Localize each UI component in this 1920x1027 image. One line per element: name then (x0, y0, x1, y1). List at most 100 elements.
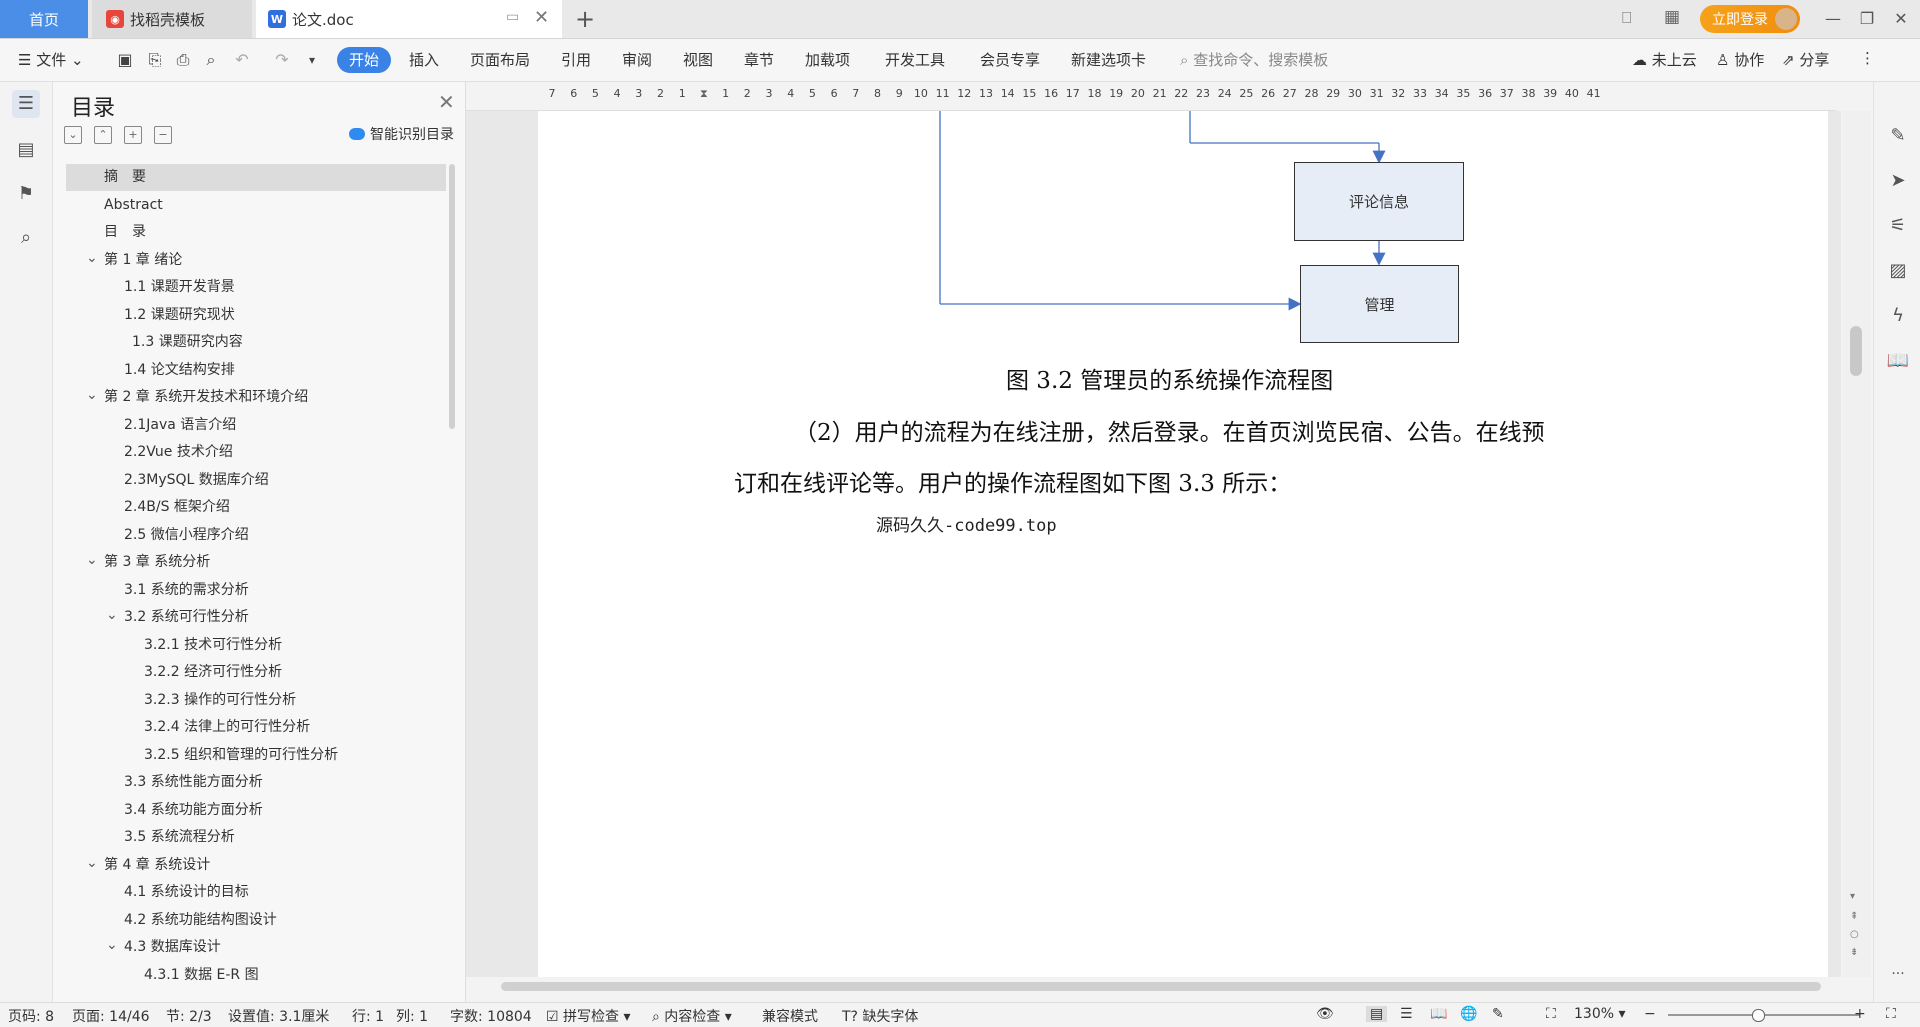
h-scrollbar-thumb[interactable] (501, 982, 1821, 991)
close-icon[interactable]: ✕ (438, 90, 455, 114)
toc-item[interactable]: 1.3 课题研究内容 (66, 329, 446, 356)
find-icon[interactable]: ⌕ (12, 224, 40, 252)
adjust-icon[interactable]: ⚟ (1886, 214, 1910, 238)
login-button[interactable]: 立即登录 (1700, 5, 1800, 33)
scrollbar-thumb[interactable] (1850, 326, 1862, 376)
toc-item[interactable]: 3.2.5 组织和管理的可行性分析 (66, 742, 446, 769)
tab-template[interactable]: ◉ 找稻壳模板 (92, 0, 252, 38)
fit-page-icon[interactable]: ⛶ (1546, 1006, 1556, 1022)
menu-developer[interactable]: 开发工具 (885, 49, 945, 70)
collab-button[interactable]: ♙ 协作 (1716, 49, 1764, 70)
page-view-icon[interactable]: ▤ (1366, 1006, 1388, 1022)
toc-item[interactable]: 1.1 课题开发背景 (66, 274, 446, 301)
content-check-button[interactable]: ⌕ 内容检查 ▾ (652, 1006, 732, 1026)
menu-view[interactable]: 视图 (683, 49, 713, 70)
minimize-icon[interactable]: — (1818, 6, 1848, 32)
status-words[interactable]: 字数: 10804 (450, 1006, 532, 1026)
menu-chapter[interactable]: 章节 (744, 49, 774, 70)
chevron-down-icon[interactable]: ⌄ (106, 932, 118, 959)
horizontal-scrollbar[interactable] (466, 978, 1841, 994)
status-page[interactable]: 页面: 14/46 (72, 1006, 150, 1026)
close-tab-icon[interactable]: ✕ (534, 7, 549, 28)
toc-item[interactable]: 3.4 系统功能方面分析 (66, 797, 446, 824)
cloud-status[interactable]: ☁ 未上云 (1632, 49, 1697, 70)
toc-item[interactable]: 3.3 系统性能方面分析 (66, 769, 446, 796)
chevron-down-icon[interactable]: ⌄ (86, 382, 98, 409)
image-icon[interactable]: ▨ (1886, 259, 1910, 283)
toc-item[interactable]: 4.1 系统设计的目标 (66, 879, 446, 906)
cursor-icon[interactable]: ➤ (1886, 169, 1910, 193)
toc-item[interactable]: 2.1Java 语言介绍 (66, 412, 446, 439)
more-icon[interactable]: ⋮ (1860, 49, 1875, 67)
toc-item[interactable]: 目 录 (66, 219, 446, 246)
fullscreen-icon[interactable]: ⛶ (1886, 1006, 1896, 1022)
toc-item[interactable]: 3.2.3 操作的可行性分析 (66, 687, 446, 714)
print-icon[interactable]: ⎙ (173, 50, 193, 70)
ruler[interactable]: 7 6 5 4 3 2 1 1 2 3 4 5 6 7 8 9 10 11 12 13 14 15 16 17 18 19 20 21… (466, 82, 1836, 111)
book-icon[interactable]: 📖 (1886, 349, 1910, 373)
eye-protect-icon[interactable]: 👁 (1316, 1006, 1334, 1022)
tab-home[interactable]: 首页 (0, 0, 88, 38)
bookmark-icon[interactable]: ⚑ (12, 180, 40, 208)
file-menu[interactable]: ☰ 文件 ⌄ (18, 49, 84, 70)
toc-item[interactable]: Abstract (66, 192, 446, 219)
web-view-icon[interactable]: 🌐 (1460, 1006, 1477, 1022)
menu-new-tab[interactable]: 新建选项卡 (1071, 49, 1146, 70)
zoom-in-icon[interactable]: + (1854, 1006, 1866, 1022)
toc-item[interactable]: 1.4 论文结构安排 (66, 357, 446, 384)
toc-item[interactable]: 3.1 系统的需求分析 (66, 577, 446, 604)
toc-icon[interactable]: ☰ (12, 90, 40, 118)
apps-grid-icon[interactable]: ▦ (1664, 7, 1680, 27)
more-dots-icon[interactable]: ··· (1886, 962, 1910, 986)
toc-item[interactable]: 3.2.1 技术可行性分析 (66, 632, 446, 659)
reading-view-icon[interactable]: 📖 (1430, 1006, 1447, 1022)
indent-marker-icon[interactable]: ⧗ (694, 87, 714, 101)
nav-pane-icon[interactable]: ▤ (12, 136, 40, 164)
toc-scrollbar[interactable] (449, 164, 455, 429)
toc-item[interactable]: ⌄ 第 3 章 系统分析 (66, 549, 446, 576)
smart-toc-button[interactable]: 智能识别目录 (349, 124, 454, 144)
select-browse-icon[interactable]: ○ (1850, 929, 1859, 940)
next-page-icon[interactable]: ⇟ (1850, 947, 1858, 958)
collapse-icon[interactable]: ⌄ (64, 126, 82, 144)
menu-insert[interactable]: 插入 (409, 49, 439, 70)
zoom-slider-thumb[interactable] (1752, 1009, 1765, 1022)
quick-access-dropdown-icon[interactable]: ▾ (302, 50, 322, 70)
missing-font-button[interactable]: T? 缺失字体 (842, 1006, 918, 1026)
expand-icon[interactable]: ⌃ (94, 126, 112, 144)
menu-references[interactable]: 引用 (561, 49, 591, 70)
export-icon[interactable]: ⎘ (145, 50, 165, 70)
toc-item[interactable]: ⌄ 第 4 章 系统设计 (66, 852, 446, 879)
toc-item[interactable]: 3.2.4 法律上的可行性分析 (66, 714, 446, 741)
menu-review[interactable]: 审阅 (622, 49, 652, 70)
preview-icon[interactable]: ⌕ (201, 50, 221, 70)
toc-item[interactable]: 2.5 微信小程序介绍 (66, 522, 446, 549)
scroll-down-icon[interactable]: ▾ (1850, 891, 1855, 902)
menu-page-layout[interactable]: 页面布局 (470, 49, 530, 70)
chevron-down-icon[interactable]: ⌄ (86, 547, 98, 574)
menu-member[interactable]: 会员专享 (980, 49, 1040, 70)
chevron-down-icon[interactable]: ⌄ (86, 850, 98, 877)
command-search[interactable]: ⌕ 查找命令、搜索模板 (1180, 49, 1328, 70)
toc-item[interactable]: ⌄ 第 2 章 系统开发技术和环境介绍 (66, 384, 446, 411)
share-button[interactable]: ⇗ 分享 (1782, 49, 1829, 70)
toc-item[interactable]: 1.2 课题研究现状 (66, 302, 446, 329)
zoom-out-icon[interactable]: − (1644, 1006, 1656, 1022)
vertical-scrollbar[interactable]: ▾ ⇞ ○ ⇟ (1843, 111, 1871, 977)
restore-icon[interactable]: ❐ (1852, 6, 1882, 32)
prev-page-icon[interactable]: ⇞ (1850, 911, 1858, 922)
pin-icon[interactable]: ▭ (506, 9, 519, 25)
toc-item[interactable]: 3.2.2 经济可行性分析 (66, 659, 446, 686)
add-level-icon[interactable]: + (124, 126, 142, 144)
lightning-icon[interactable]: ϟ (1886, 304, 1910, 328)
toc-item[interactable]: 2.3MySQL 数据库介绍 (66, 467, 446, 494)
toc-item[interactable]: 4.3.1 数据 E-R 图 (66, 962, 446, 989)
zoom-level[interactable]: 130% ▾ (1574, 1006, 1626, 1022)
close-window-icon[interactable]: ✕ (1886, 6, 1916, 32)
toc-item[interactable]: 4.2 系统功能结构图设计 (66, 907, 446, 934)
remove-level-icon[interactable]: − (154, 126, 172, 144)
redo-icon[interactable]: ↷ (272, 50, 292, 70)
new-tab-button[interactable]: + (570, 4, 600, 34)
chevron-down-icon[interactable]: ⌄ (86, 245, 98, 272)
toc-item[interactable]: 摘 要 (66, 164, 446, 191)
